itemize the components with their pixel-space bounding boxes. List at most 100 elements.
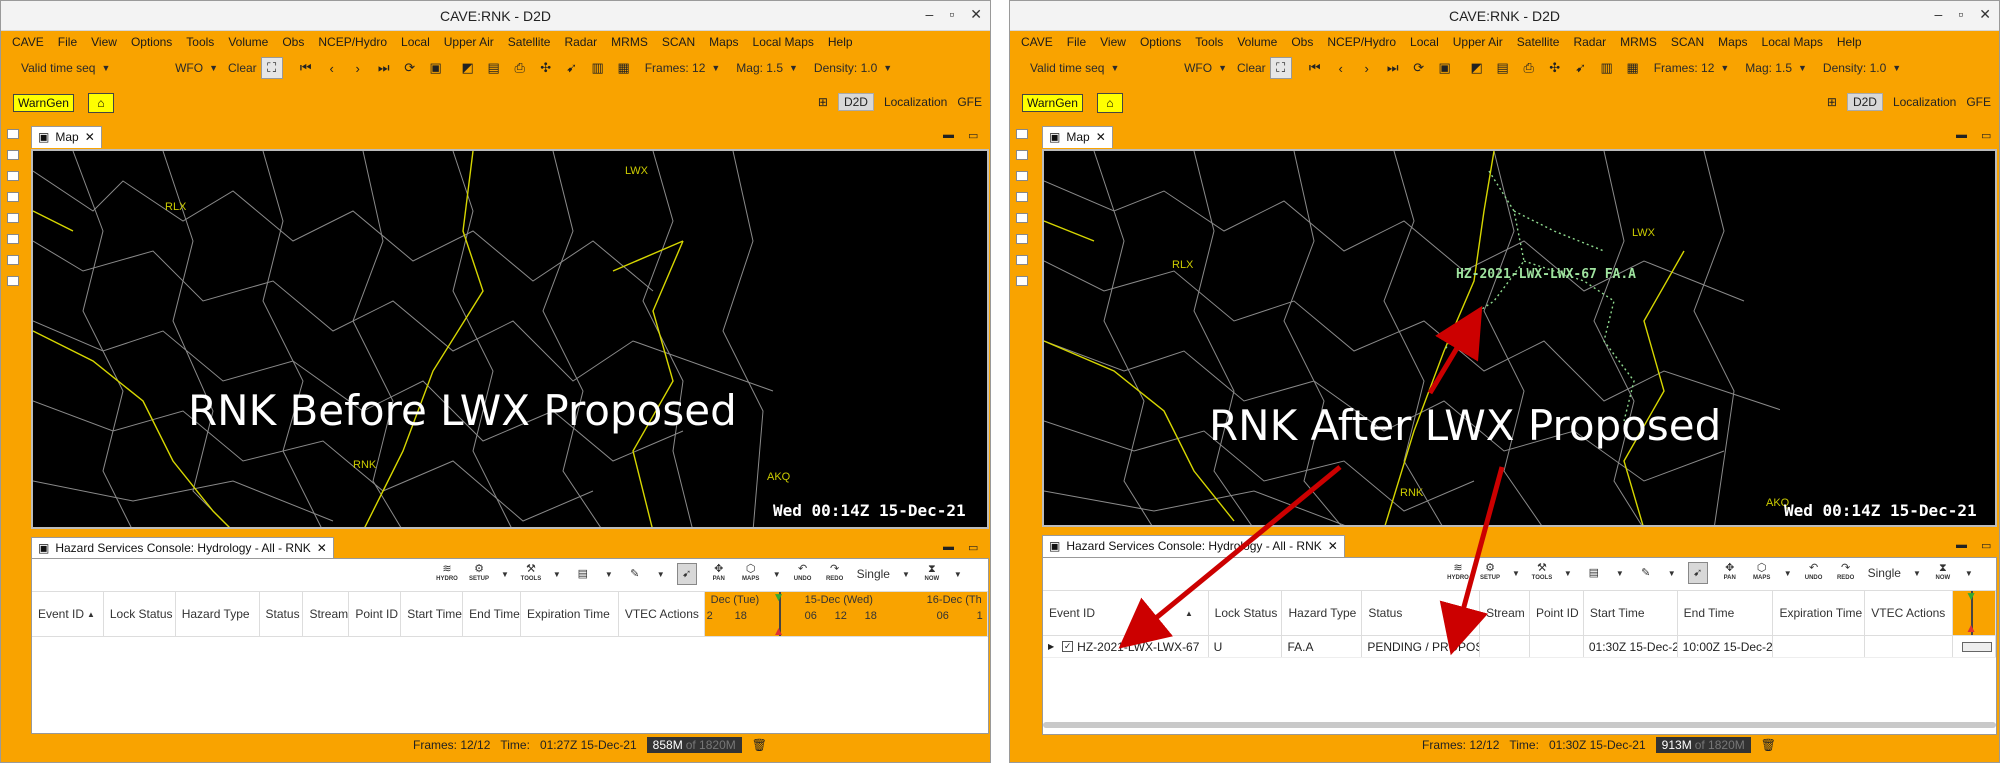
last-frame-icon[interactable]: ⏭ [1382,57,1404,79]
time-mode-select[interactable]: Valid time seq ▼ [15,61,125,75]
garbage-collect-icon[interactable]: 🗑 [752,738,767,752]
timeline-now-icon[interactable]: ▼ [1965,591,1977,603]
maximize-icon[interactable]: ▫ [949,6,954,23]
table-row[interactable]: ▶ ✓ HZ-2021-LWX-LWX-67 U FA.A PENDING / PR… [1043,636,1996,658]
undo-button[interactable]: ↶ UNDO [793,563,813,585]
timeline-bar[interactable] [1953,636,1996,657]
mode-select[interactable]: Single [1868,566,1901,580]
menu-cave[interactable]: CAVE [1014,35,1060,49]
menu-obs[interactable]: Obs [1284,35,1320,49]
sidebar-icon[interactable] [1016,192,1028,202]
perspective-gfe[interactable]: GFE [1966,95,1991,109]
menu-file[interactable]: File [1060,35,1093,49]
maps-button[interactable]: ⬡ MAPS [1752,562,1772,584]
column-event-id[interactable]: Event ID ▲ [32,592,104,636]
chevron-down-icon[interactable]: ▼ [1784,569,1792,578]
wfo-select[interactable]: WFO ▼ [129,61,224,75]
tools-button[interactable]: ⚒ TOOLS [521,563,542,585]
four-panel-icon[interactable]: ▦ [1622,57,1644,79]
time-scale-slider[interactable] [1961,641,1992,652]
sidebar-icon[interactable] [1016,213,1028,223]
tab-hazard-services-console[interactable]: ▣ Hazard Services Console: Hydrology - Al… [1042,535,1345,557]
loop-properties-icon[interactable]: ▣ [1434,57,1456,79]
timeline-now-icon[interactable]: ▼ [773,592,785,604]
redo-button[interactable]: ↷ REDO [1836,562,1856,584]
garbage-collect-icon[interactable]: 🗑 [1761,738,1776,752]
loop-properties-icon[interactable]: ▣ [425,57,447,79]
wfo-select[interactable]: WFO ▼ [1138,61,1233,75]
last-frame-icon[interactable]: ⏭ [373,57,395,79]
menu-local-maps[interactable]: Local Maps [1755,35,1830,49]
column-lock-status[interactable]: Lock Status [1209,591,1283,635]
image-properties-icon[interactable]: ◩ [1466,57,1488,79]
row-checkbox[interactable]: ✓ [1062,641,1074,652]
pointer-icon[interactable]: ➹ [1570,57,1592,79]
column-point-id[interactable]: Point ID [1530,591,1584,635]
menu-mrms[interactable]: MRMS [604,35,655,49]
menu-file[interactable]: File [51,35,84,49]
next-frame-icon[interactable]: › [1356,57,1378,79]
timeline-marker-icon[interactable]: ▲ [773,624,785,636]
close-tab-icon[interactable]: ✕ [1096,130,1106,145]
column-point-id[interactable]: Point ID [349,592,402,636]
chevron-down-icon[interactable]: ▼ [1512,569,1520,578]
setup-button[interactable]: ⚙ SETUP [1480,562,1500,584]
menu-scan[interactable]: SCAN [655,35,702,49]
sidebar-icon[interactable] [7,150,19,160]
menu-tools[interactable]: Tools [1188,35,1230,49]
sidebar-icon[interactable] [7,213,19,223]
warngen-button[interactable]: WarnGen [1022,94,1083,112]
chevron-down-icon[interactable]: ▼ [1913,569,1921,578]
warngen-button[interactable]: WarnGen [13,94,74,112]
chevron-down-icon[interactable]: ▼ [657,570,665,579]
frames-select[interactable]: Frames: 12 ▼ [639,61,727,75]
sidebar-icon[interactable] [1016,129,1028,139]
clear-button[interactable]: Clear [228,61,257,75]
chevron-down-icon[interactable]: ▼ [954,570,962,579]
product-button[interactable]: ▤ [1584,562,1604,584]
fullscreen-icon[interactable]: ⛶ [1269,57,1292,79]
column-start-time[interactable]: Start Time [401,592,464,636]
redo-button[interactable]: ↷ REDO [825,563,845,585]
density-select[interactable]: Density: 1.0 ▼ [808,61,898,75]
timeline-header[interactable]: Dec (Tue) 15-Dec (Wed) 16-Dec (Th 2 18 0… [704,592,989,636]
save-image-icon[interactable]: ▤ [1492,57,1514,79]
loop-icon[interactable]: ⟳ [399,57,421,79]
menu-help[interactable]: Help [1830,35,1869,49]
column-hazard-type[interactable]: Hazard Type [1282,591,1363,635]
maximize-pane-icon[interactable]: ▭ [1981,539,1991,552]
close-icon[interactable]: ✕ [1979,6,1991,23]
minimize-icon[interactable]: – [1935,6,1943,23]
draw-button[interactable]: ✎ [625,563,645,585]
select-button[interactable]: ➹ [676,563,697,585]
setup-button[interactable]: ⚙ SETUP [469,563,489,585]
mag-select[interactable]: Mag: 1.5 ▼ [1739,61,1813,75]
menu-ncep-hydro[interactable]: NCEP/Hydro [1320,35,1403,49]
maximize-pane-icon[interactable]: ▭ [1981,129,1991,142]
sidebar-icon[interactable] [1016,234,1028,244]
column-end-time[interactable]: End Time [1678,591,1774,635]
column-status[interactable]: Status [1362,591,1481,635]
minimize-pane-icon[interactable]: ▬ [943,541,954,554]
sidebar-icon[interactable] [1016,255,1028,265]
menu-tools[interactable]: Tools [179,35,221,49]
map-display[interactable]: RLX LWX RNK AKQ HZ-2021-LWX-LWX-67 FA.A … [1042,149,1997,527]
tools-button[interactable]: ⚒ TOOLS [1532,562,1553,584]
menu-radar[interactable]: Radar [557,35,604,49]
column-vtec-actions[interactable]: VTEC Actions [619,592,705,636]
menu-volume[interactable]: Volume [1230,35,1284,49]
menu-local[interactable]: Local [1403,35,1446,49]
panel-layout-icon[interactable]: ▥ [587,57,609,79]
loop-icon[interactable]: ⟳ [1408,57,1430,79]
hydro-button[interactable]: ≋ HYDRO [436,563,458,585]
perspective-localization[interactable]: Localization [884,95,947,109]
tab-map[interactable]: ▣ Map ✕ [1042,126,1113,148]
chevron-down-icon[interactable]: ▼ [1965,569,1973,578]
minimize-pane-icon[interactable]: ▬ [943,129,954,142]
menu-view[interactable]: View [84,35,124,49]
select-button[interactable]: ➹ [1687,562,1708,584]
chevron-down-icon[interactable]: ▼ [1668,569,1676,578]
menu-mrms[interactable]: MRMS [1613,35,1664,49]
density-select[interactable]: Density: 1.0 ▼ [1817,61,1907,75]
sample-icon[interactable]: ✣ [1544,57,1566,79]
